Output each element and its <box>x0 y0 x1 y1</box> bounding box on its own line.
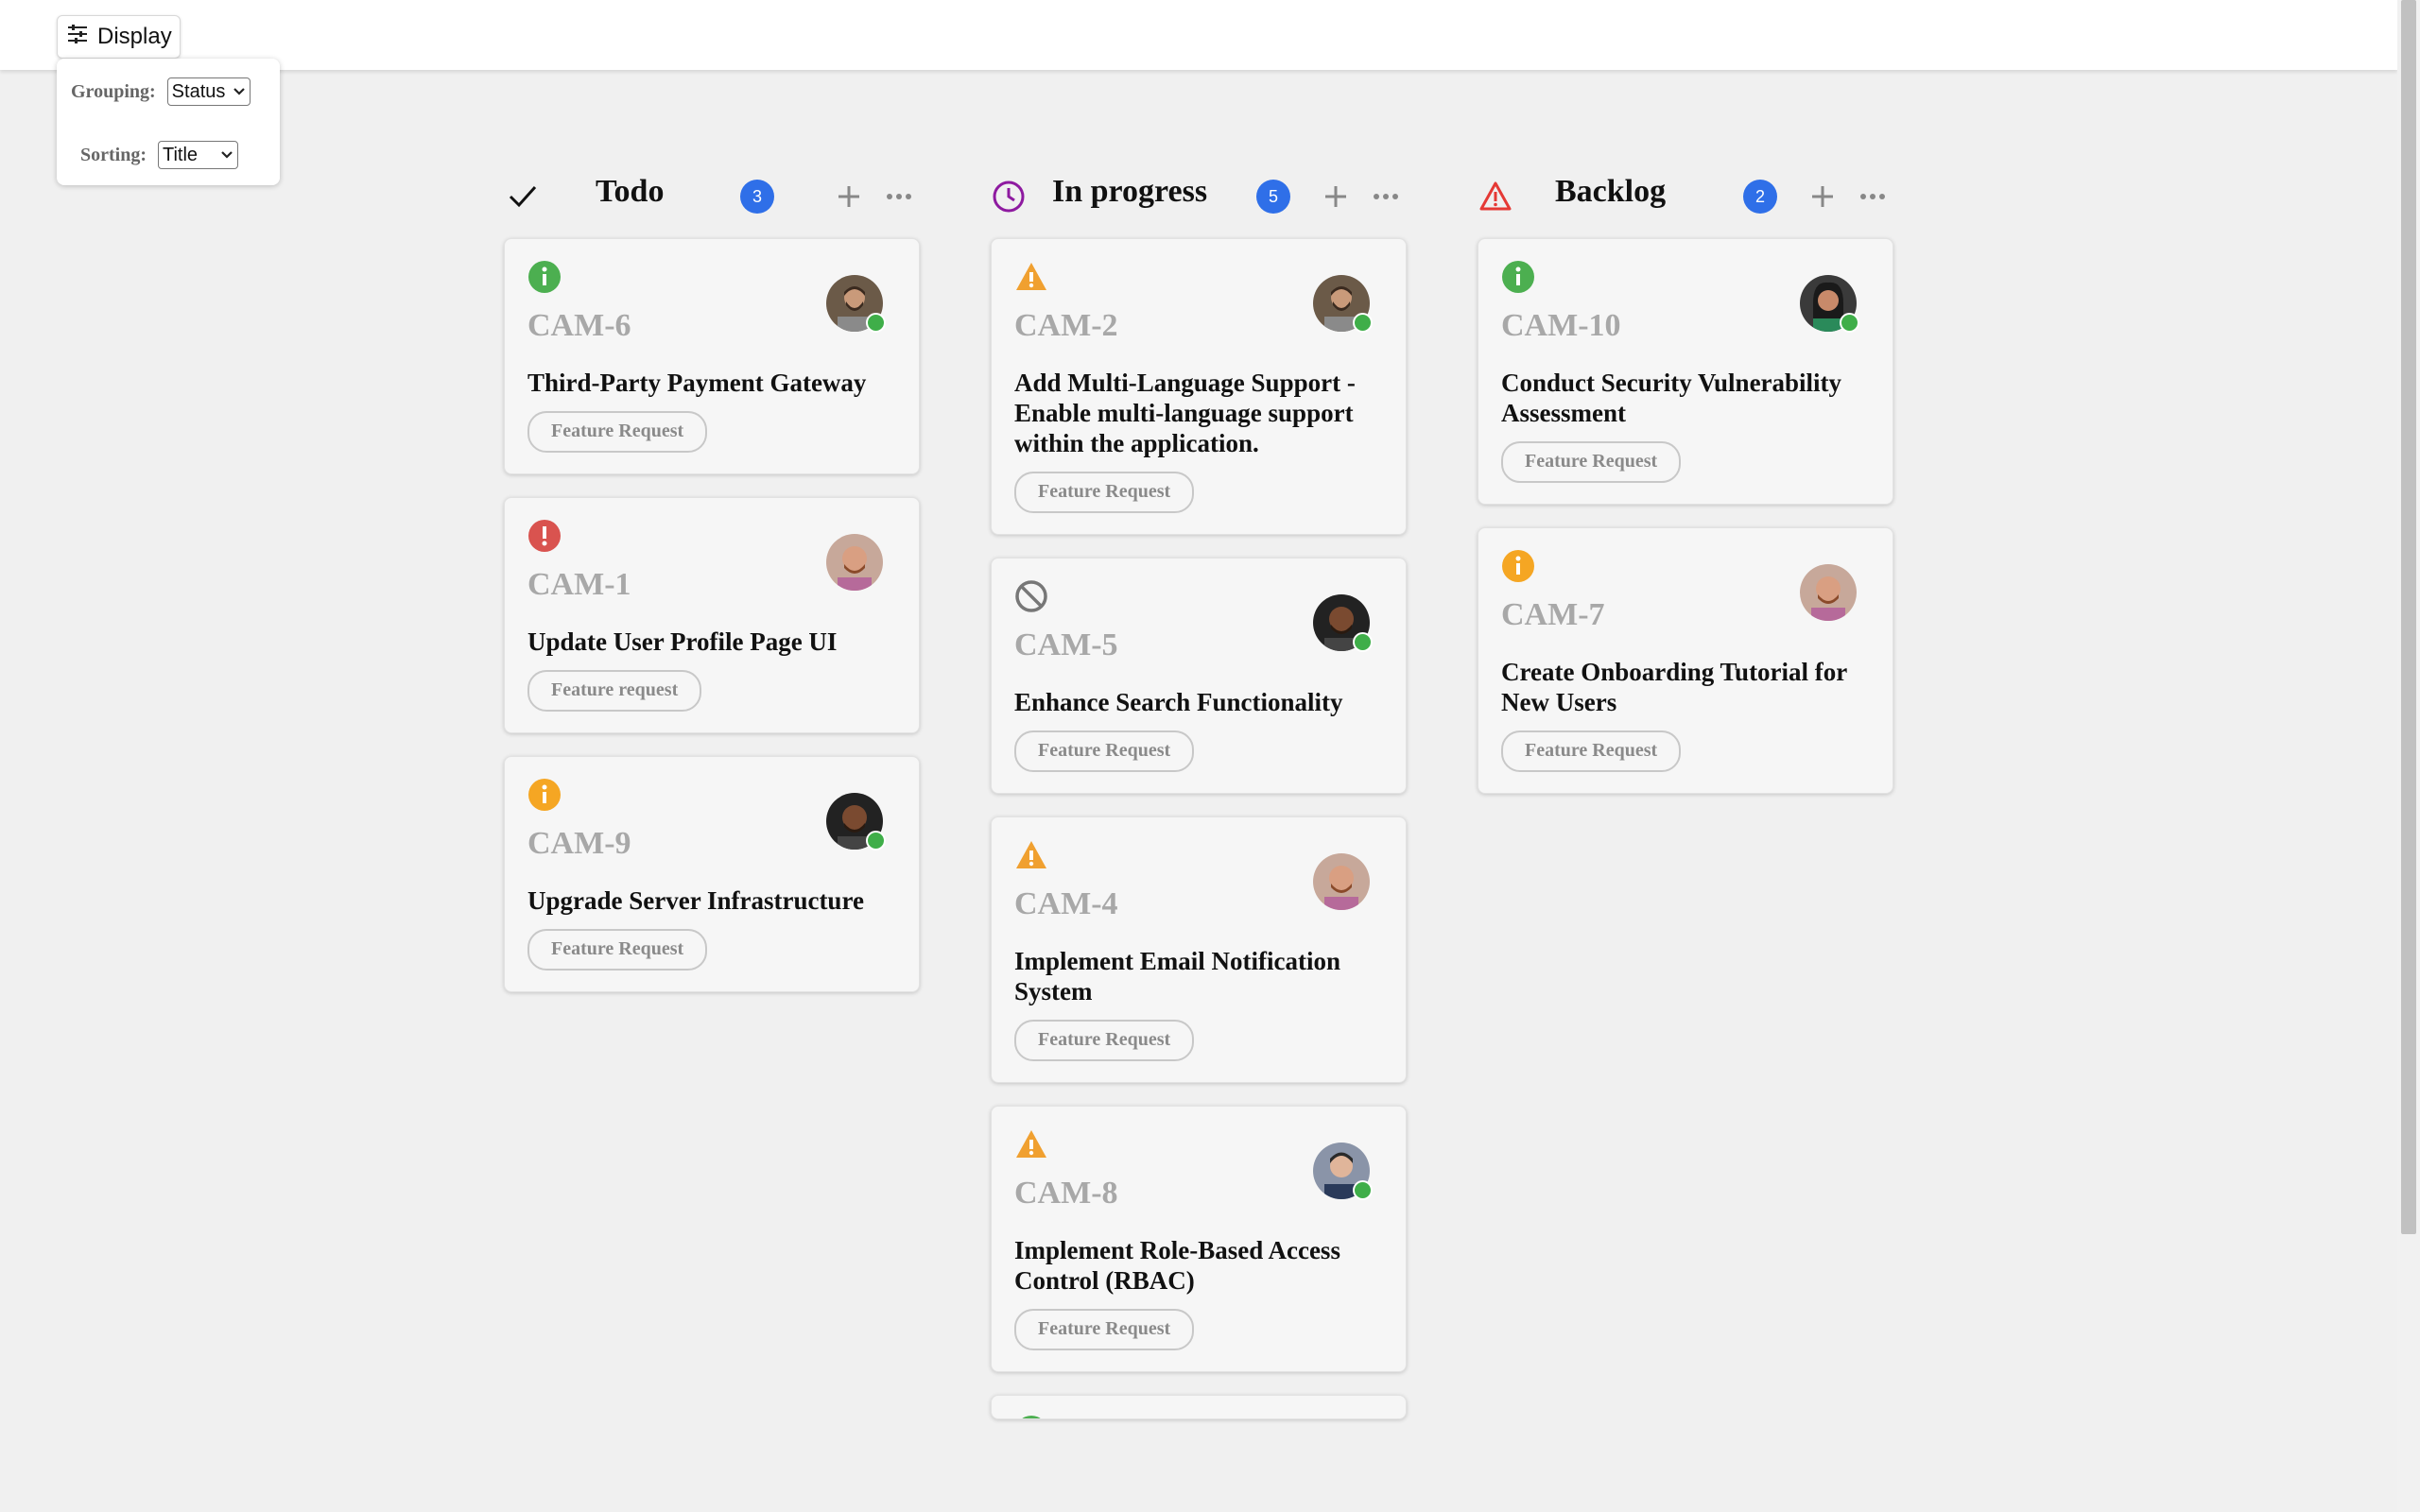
ticket-tag[interactable]: Feature Request <box>527 929 708 971</box>
online-status-indicator <box>1353 1180 1373 1200</box>
ticket-card[interactable]: CAM-7 Create Onboarding Tutorial for New… <box>1478 527 1893 794</box>
urgent-icon <box>528 520 561 552</box>
column-todo: Todo 3 CAM-6 Third-Party Payment Gateway… <box>504 168 920 992</box>
top-bar: Display <box>0 0 2397 70</box>
avatar[interactable] <box>826 275 886 333</box>
info-icon <box>1502 261 1534 293</box>
column-in-progress: In progress 5 CAM-2 Add Multi-Language S… <box>991 168 1407 1419</box>
display-dropdown: Grouping: Status Sorting: Title <box>57 59 280 185</box>
plus-icon <box>1812 186 1833 207</box>
avatar[interactable] <box>1800 564 1857 621</box>
sorting-row: Sorting: Title <box>80 141 239 169</box>
sorting-select[interactable]: Title <box>158 141 239 169</box>
ticket-tag[interactable]: Feature Request <box>1014 730 1195 772</box>
ellipsis-icon <box>1374 194 1398 199</box>
chevron-down-icon <box>221 151 233 159</box>
ticket-card[interactable]: CAM-2 Add Multi-Language Support - Enabl… <box>991 238 1407 535</box>
count-badge: 5 <box>1256 180 1290 214</box>
ticket-title: Third-Party Payment Gateway <box>527 369 867 397</box>
more-options-button[interactable] <box>1852 180 1893 214</box>
online-status-indicator <box>866 831 886 850</box>
online-status-indicator <box>1840 313 1859 333</box>
ticket-title: Add Multi-Language Support - Enable mult… <box>1014 369 1356 457</box>
scrollbar-thumb[interactable] <box>2401 0 2416 1234</box>
avatar[interactable] <box>1313 1143 1373 1200</box>
ticket-card[interactable]: CAM-8 Implement Role-Based Access Contro… <box>991 1106 1407 1372</box>
no-priority-icon <box>1015 580 1047 612</box>
ticket-tag[interactable]: Feature request <box>527 670 702 712</box>
ticket-title: Implement Role-Based Access Control (RBA… <box>1014 1236 1340 1295</box>
ticket-card[interactable]: CAM-10 Conduct Security Vulnerability As… <box>1478 238 1893 505</box>
sorting-label: Sorting: <box>80 144 147 165</box>
ticket-card-partial[interactable] <box>991 1395 1407 1419</box>
column-header: Todo 3 <box>504 168 920 225</box>
ticket-card[interactable]: CAM-6 Third-Party Payment Gateway Featur… <box>504 238 920 474</box>
ticket-tag[interactable]: Feature Request <box>527 411 708 453</box>
online-status-indicator <box>866 313 886 333</box>
column-header: In progress 5 <box>991 168 1407 225</box>
count-badge: 3 <box>740 180 774 214</box>
ticket-card[interactable]: CAM-1 Update User Profile Page UI Featur… <box>504 497 920 733</box>
plus-icon <box>1325 186 1346 207</box>
ticket-tag[interactable]: Feature Request <box>1501 730 1682 772</box>
page-scrollbar[interactable] <box>2397 0 2420 1512</box>
add-card-button[interactable] <box>832 180 866 214</box>
avatar[interactable] <box>1313 594 1373 652</box>
ticket-title: Implement Email Notification System <box>1014 947 1340 1005</box>
online-status-indicator <box>1353 313 1373 333</box>
count-badge: 2 <box>1743 180 1777 214</box>
column-title: Backlog <box>1555 174 1667 209</box>
avatar[interactable] <box>1800 275 1859 333</box>
add-card-button[interactable] <box>1806 180 1840 214</box>
sliders-icon <box>67 24 88 50</box>
grouping-row: Grouping: Status <box>71 77 251 106</box>
avatar[interactable] <box>1313 853 1370 910</box>
column-backlog: Backlog 2 CAM-10 Conduct Security Vulner… <box>1478 168 1893 794</box>
sorting-select-value: Title <box>163 144 199 165</box>
avatar[interactable] <box>1313 275 1373 333</box>
grouping-label: Grouping: <box>71 80 156 102</box>
column-header: Backlog 2 <box>1478 168 1893 225</box>
column-title: In progress <box>1052 174 1208 209</box>
grouping-select[interactable]: Status <box>166 77 251 106</box>
ticket-tag[interactable]: Feature Request <box>1014 1309 1195 1350</box>
display-button[interactable]: Display <box>57 15 181 59</box>
online-status-indicator <box>1353 632 1373 652</box>
ellipsis-icon <box>1860 194 1885 199</box>
display-button-label: Display <box>97 24 172 49</box>
clock-icon <box>993 180 1025 213</box>
ticket-card[interactable]: CAM-5 Enhance Search Functionality Featu… <box>991 558 1407 794</box>
chevron-down-icon <box>233 88 246 95</box>
warning-icon <box>1016 263 1046 290</box>
more-options-button[interactable] <box>878 180 920 214</box>
column-title: Todo <box>596 174 665 209</box>
ticket-card[interactable]: CAM-4 Implement Email Notification Syste… <box>991 816 1407 1083</box>
ticket-title: Enhance Search Functionality <box>1014 688 1343 716</box>
avatar[interactable] <box>826 793 886 850</box>
ticket-tag[interactable]: Feature Request <box>1501 441 1682 483</box>
info-icon <box>1022 1416 1041 1418</box>
info-icon <box>528 779 561 811</box>
warning-outline-icon <box>1479 181 1512 211</box>
ellipsis-icon <box>887 194 911 199</box>
ticket-card[interactable]: CAM-9 Upgrade Server Infrastructure Feat… <box>504 756 920 992</box>
ticket-tag[interactable]: Feature Request <box>1014 472 1195 513</box>
warning-icon <box>1016 1130 1046 1158</box>
more-options-button[interactable] <box>1365 180 1407 214</box>
info-icon <box>528 261 561 293</box>
avatar[interactable] <box>826 534 883 591</box>
plus-icon <box>838 186 859 207</box>
ticket-title: Upgrade Server Infrastructure <box>527 886 864 915</box>
ticket-title: Create Onboarding Tutorial for New Users <box>1501 658 1847 716</box>
ticket-title: Conduct Security Vulnerability Assessmen… <box>1501 369 1842 427</box>
info-icon <box>1502 550 1534 582</box>
add-card-button[interactable] <box>1319 180 1353 214</box>
check-icon <box>509 185 537 208</box>
warning-icon <box>1016 841 1046 868</box>
grouping-select-value: Status <box>171 80 226 102</box>
ticket-title: Update User Profile Page UI <box>527 627 838 656</box>
ticket-tag[interactable]: Feature Request <box>1014 1020 1195 1061</box>
